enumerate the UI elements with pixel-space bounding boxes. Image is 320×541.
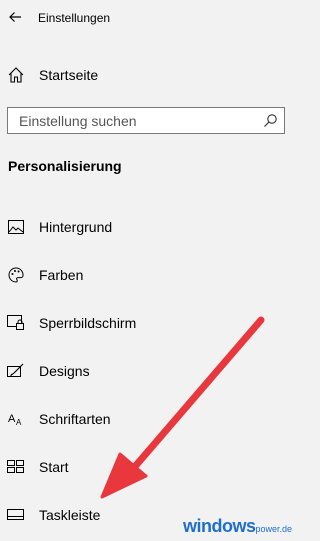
back-arrow-icon	[9, 12, 21, 22]
nav-item-label: Hintergrund	[39, 219, 113, 235]
home-icon	[8, 67, 24, 83]
watermark-logo: windowspower.de	[183, 516, 293, 536]
nav-item-sperrbildschirm[interactable]: Sperrbildschirm	[0, 303, 291, 343]
nav-item-hintergrund[interactable]: Hintergrund	[0, 207, 291, 247]
home-link[interactable]: Startseite	[0, 58, 291, 92]
start-tiles-icon	[6, 457, 26, 477]
title-bar: Einstellungen	[0, 0, 291, 36]
section-heading: Personalisierung	[8, 158, 122, 174]
palette-icon	[6, 265, 26, 285]
nav-item-label: Schriftarten	[39, 411, 111, 427]
home-label: Startseite	[39, 67, 99, 83]
svg-text:A: A	[8, 413, 16, 425]
nav-item-designs[interactable]: Designs	[0, 351, 291, 391]
nav-item-label: Start	[39, 459, 69, 475]
search-icon	[264, 114, 277, 127]
nav-item-label: Sperrbildschirm	[39, 315, 137, 331]
nav-item-start[interactable]: Start	[0, 447, 291, 487]
brush-icon	[6, 361, 26, 381]
nav-item-label: Farben	[39, 267, 84, 283]
nav-item-farben[interactable]: Farben	[0, 255, 291, 295]
search-input[interactable]: Einstellung suchen	[7, 107, 285, 134]
svg-text:A: A	[16, 418, 22, 427]
search-placeholder: Einstellung suchen	[19, 113, 137, 129]
nav-item-schriftarten[interactable]: AA Schriftarten	[0, 399, 291, 439]
picture-icon	[6, 217, 26, 237]
back-button[interactable]	[4, 6, 26, 28]
nav-item-label: Taskleiste	[39, 507, 101, 523]
font-icon: AA	[6, 409, 26, 429]
window-title: Einstellungen	[38, 11, 111, 25]
nav-item-label: Designs	[39, 363, 90, 379]
taskbar-icon	[6, 505, 26, 525]
lock-screen-icon	[6, 313, 26, 333]
